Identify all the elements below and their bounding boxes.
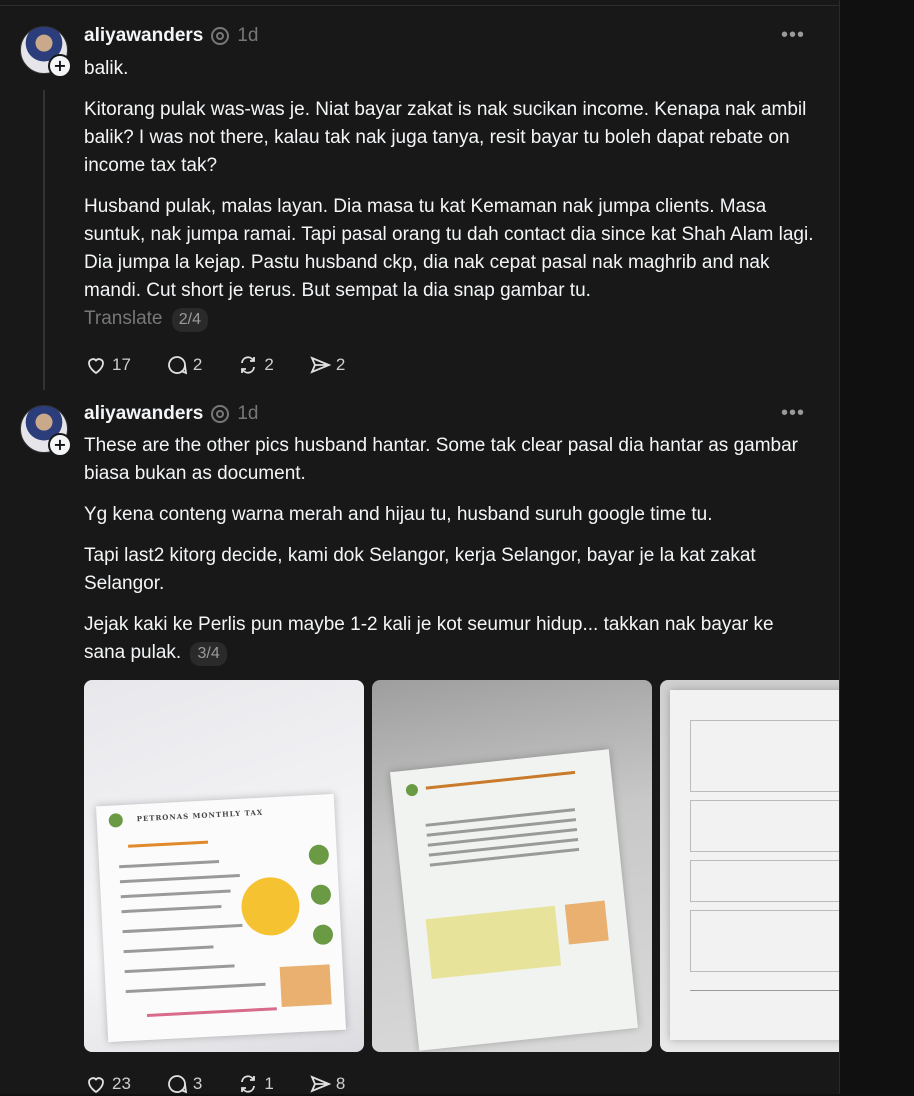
repost-button[interactable]: 1	[236, 1072, 274, 1096]
paragraph: Jejak kaki ke Perlis pun maybe 1-2 kali …	[84, 614, 774, 663]
page-counter: 3/4	[190, 642, 227, 666]
like-count: 23	[112, 1074, 131, 1093]
image-carousel[interactable]: PETRONAS MONTHLY TAX	[84, 680, 839, 1054]
plus-icon[interactable]: +	[48, 433, 72, 457]
comment-icon	[168, 356, 188, 375]
thread-line	[43, 90, 45, 390]
photo-zakat-form[interactable]	[660, 680, 839, 1052]
username[interactable]: aliyawanders	[84, 25, 203, 47]
reply-button[interactable]: 2	[165, 353, 202, 377]
avatar[interactable]: +	[20, 26, 72, 78]
verified-icon	[211, 405, 230, 423]
post-header: aliyawanders 1d	[84, 24, 258, 48]
repost-icon	[241, 356, 256, 374]
paragraph: Yg kena conteng warna merah and hijau tu…	[84, 504, 713, 525]
reply-button[interactable]: 3	[165, 1072, 202, 1096]
avatar[interactable]: +	[20, 405, 72, 457]
photo-zakat-notice[interactable]	[372, 680, 652, 1052]
paragraph: Husband pulak, malas layan. Dia masa tu …	[84, 196, 814, 301]
username[interactable]: aliyawanders	[84, 403, 203, 425]
reply-count: 3	[192, 1074, 203, 1093]
like-button[interactable]: 23	[84, 1072, 131, 1096]
action-bar: 17 2 2 2	[84, 353, 345, 377]
repost-button[interactable]: 2	[236, 353, 274, 377]
heart-icon	[88, 358, 104, 375]
share-count: 2	[335, 355, 346, 374]
plus-icon[interactable]: +	[48, 54, 72, 78]
repost-count: 1	[264, 1074, 274, 1093]
post-body: These are the other pics husband hantar.…	[84, 432, 814, 667]
more-options-button[interactable]: •••	[781, 402, 805, 425]
heart-icon	[88, 1077, 104, 1094]
more-options-button[interactable]: •••	[781, 24, 805, 47]
comment-icon	[168, 1075, 188, 1094]
share-button[interactable]: 2	[308, 353, 345, 377]
photo-zakat-flyer[interactable]: PETRONAS MONTHLY TAX	[84, 680, 364, 1052]
share-button[interactable]: 8	[308, 1072, 345, 1096]
like-count: 17	[112, 355, 131, 374]
reply-count: 2	[192, 355, 203, 374]
post-header: aliyawanders 1d	[84, 402, 258, 426]
repost-count: 2	[264, 355, 274, 374]
page-counter: 2/4	[171, 308, 209, 332]
repost-icon	[241, 1075, 256, 1093]
post-body: balik. Kitorang pulak was-was je. Niat b…	[84, 55, 814, 333]
like-button[interactable]: 17	[84, 353, 131, 377]
verified-icon	[211, 27, 230, 45]
paragraph: Kitorang pulak was-was je. Niat bayar za…	[84, 99, 807, 176]
paragraph: These are the other pics husband hantar.…	[84, 435, 798, 484]
feed: + aliyawanders 1d ••• balik. Kitorang pu…	[0, 0, 840, 1094]
share-icon	[310, 1075, 332, 1093]
paragraph: balik.	[84, 58, 129, 79]
share-icon	[310, 356, 332, 374]
divider	[0, 5, 839, 6]
timestamp[interactable]: 1d	[237, 25, 258, 47]
share-count: 8	[335, 1074, 346, 1093]
translate-link[interactable]: Translate	[84, 308, 163, 329]
action-bar: 23 3 1 8	[84, 1072, 345, 1096]
paragraph: Tapi last2 kitorg decide, kami dok Selan…	[84, 545, 756, 594]
timestamp[interactable]: 1d	[237, 403, 258, 425]
